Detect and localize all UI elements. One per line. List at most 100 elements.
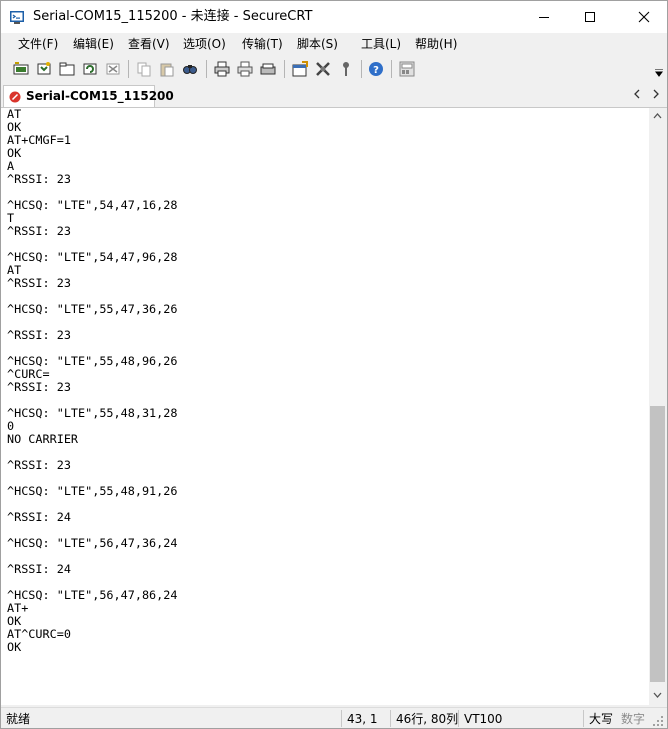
- reconnect-button[interactable]: [81, 60, 99, 78]
- disconnected-status-icon: [9, 91, 21, 103]
- menu-view[interactable]: 查看(V): [128, 36, 170, 52]
- terminal-lines: AT OK AT+CMGF=1 OK A ^RSSI: 23 ^HCSQ: "LTE",54…: [7, 108, 177, 654]
- copy-button[interactable]: [135, 60, 153, 78]
- terminal-line: ^RSSI: 23: [7, 328, 71, 342]
- terminal-line: ^RSSI: 24: [7, 562, 71, 576]
- menu-edit[interactable]: 编辑(E): [73, 36, 114, 52]
- terminal-line: ^HCSQ: "LTE",54,47,96,28: [7, 250, 178, 264]
- title-bar[interactable]: Serial-COM15_115200 - 未连接 - SecureCRT: [1, 1, 667, 33]
- toolbar-overflow-chevron-icon[interactable]: [655, 69, 663, 77]
- status-num-lock: 数字: [621, 712, 646, 726]
- toolbar-separator: [391, 60, 392, 78]
- window-title: Serial-COM15_115200 - 未连接 - SecureCRT: [33, 9, 313, 24]
- terminal-line: NO CARRIER: [7, 432, 79, 446]
- terminal-line: ^HCSQ: "LTE",55,47,36,26: [7, 302, 178, 316]
- print-selection-button[interactable]: [236, 60, 254, 78]
- quick-connect-icon: [37, 62, 51, 75]
- status-separator: [390, 710, 391, 727]
- keymap-button[interactable]: [337, 60, 355, 78]
- status-bar: 就绪 43, 1 46行, 80列 VT100 大写 数字: [1, 707, 667, 728]
- keymap-icon: [343, 62, 349, 76]
- print-setup-icon: [260, 63, 276, 75]
- toolbar: ?: [1, 55, 667, 84]
- terminal-line: ^RSSI: 24: [7, 510, 71, 524]
- terminal-line: ^RSSI: 23: [7, 172, 71, 186]
- paste-button[interactable]: [158, 60, 176, 78]
- terminal-line: ^HCSQ: "LTE",56,47,36,24: [7, 536, 178, 550]
- terminal-line: ^HCSQ: "LTE",55,48,31,28: [7, 406, 178, 420]
- disconnect-icon: [106, 63, 120, 75]
- tab-label: Serial-COM15_115200: [26, 89, 174, 103]
- reconnect-icon: [83, 63, 97, 75]
- connect-in-tab-icon: [59, 62, 75, 76]
- status-cursor-position: 43, 1: [347, 712, 378, 726]
- maximize-icon: [585, 12, 595, 22]
- terminal-line: ^RSSI: 23: [7, 276, 71, 290]
- paste-icon: [160, 63, 174, 77]
- help-button[interactable]: ?: [367, 60, 385, 78]
- minimize-button[interactable]: [521, 1, 567, 33]
- tab-scroll-right-icon[interactable]: [652, 89, 660, 99]
- help-icon: ?: [369, 62, 383, 76]
- maximize-button[interactable]: [567, 1, 613, 33]
- terminal-line: ^HCSQ: "LTE",56,47,86,24: [7, 588, 178, 602]
- menu-bar: 文件(F) 编辑(E) 查看(V) 选项(O) 传输(T) 脚本(S) 工具(L…: [1, 33, 667, 55]
- find-icon: [183, 65, 197, 74]
- terminal-line: OK: [7, 640, 22, 654]
- terminal-line: AT: [7, 108, 22, 121]
- print-button[interactable]: [213, 60, 231, 78]
- terminal-line: OK: [7, 146, 22, 160]
- securecrt-window: Serial-COM15_115200 - 未连接 - SecureCRT 文件…: [0, 0, 668, 729]
- terminal-line: AT+: [7, 601, 29, 615]
- tab-scroll-left-icon[interactable]: [633, 89, 641, 99]
- scroll-up-icon[interactable]: [653, 113, 662, 119]
- status-separator: [458, 710, 459, 727]
- session-options-icon: [292, 61, 308, 77]
- global-options-icon: [316, 62, 330, 76]
- terminal-line: ^RSSI: 23: [7, 380, 71, 394]
- menu-transfer[interactable]: 传输(T): [242, 36, 283, 52]
- menu-tools[interactable]: 工具(L): [361, 36, 401, 52]
- terminal-line: ^HCSQ: "LTE",55,48,91,26: [7, 484, 178, 498]
- securecrt-app-icon: [10, 11, 24, 24]
- session-tab-bar: Serial-COM15_115200: [1, 83, 667, 108]
- toolbar-separator: [206, 60, 207, 78]
- global-options-button[interactable]: [314, 60, 332, 78]
- menu-file[interactable]: 文件(F): [18, 36, 58, 52]
- find-button[interactable]: [181, 60, 199, 78]
- resize-grip-icon[interactable]: [653, 716, 664, 727]
- toolbar-separator: [128, 60, 129, 78]
- tab-serial-com15[interactable]: Serial-COM15_115200: [3, 85, 174, 107]
- disconnect-button[interactable]: [104, 60, 122, 78]
- close-button[interactable]: [621, 1, 667, 33]
- quick-connect-button[interactable]: [35, 60, 53, 78]
- vertical-scrollbar[interactable]: [649, 108, 666, 705]
- menu-help[interactable]: 帮助(H): [415, 36, 457, 52]
- terminal-line: AT^CURC=0: [7, 627, 71, 641]
- toolbar-separator: [284, 60, 285, 78]
- connect-icon: [13, 62, 29, 75]
- terminal-line: ^RSSI: 23: [7, 458, 71, 472]
- close-icon: [638, 11, 650, 23]
- status-separator: [341, 710, 342, 727]
- keypad-button[interactable]: [398, 60, 416, 78]
- session-options-button[interactable]: [291, 60, 309, 78]
- terminal-line: AT+CMGF=1: [7, 133, 71, 147]
- status-emulation: VT100: [464, 712, 503, 726]
- minimize-icon: [539, 17, 549, 18]
- scroll-down-icon[interactable]: [653, 692, 662, 698]
- status-separator: [583, 710, 584, 727]
- terminal-line: ^RSSI: 23: [7, 224, 71, 238]
- connect-button[interactable]: [12, 60, 30, 78]
- connect-in-tab-button[interactable]: [58, 60, 76, 78]
- copy-icon: [137, 62, 151, 77]
- scrollbar-thumb[interactable]: [650, 406, 665, 682]
- terminal-output[interactable]: AT OK AT+CMGF=1 OK A ^RSSI: 23 ^HCSQ: "LTE",54…: [1, 108, 649, 705]
- status-terminal-size: 46行, 80列: [396, 712, 459, 726]
- status-ready: 就绪: [6, 712, 31, 726]
- menu-script[interactable]: 脚本(S): [297, 36, 338, 52]
- print-selection-icon: [237, 61, 253, 77]
- print-setup-button[interactable]: [259, 60, 277, 78]
- svg-text:?: ?: [373, 65, 379, 76]
- menu-options[interactable]: 选项(O): [183, 36, 226, 52]
